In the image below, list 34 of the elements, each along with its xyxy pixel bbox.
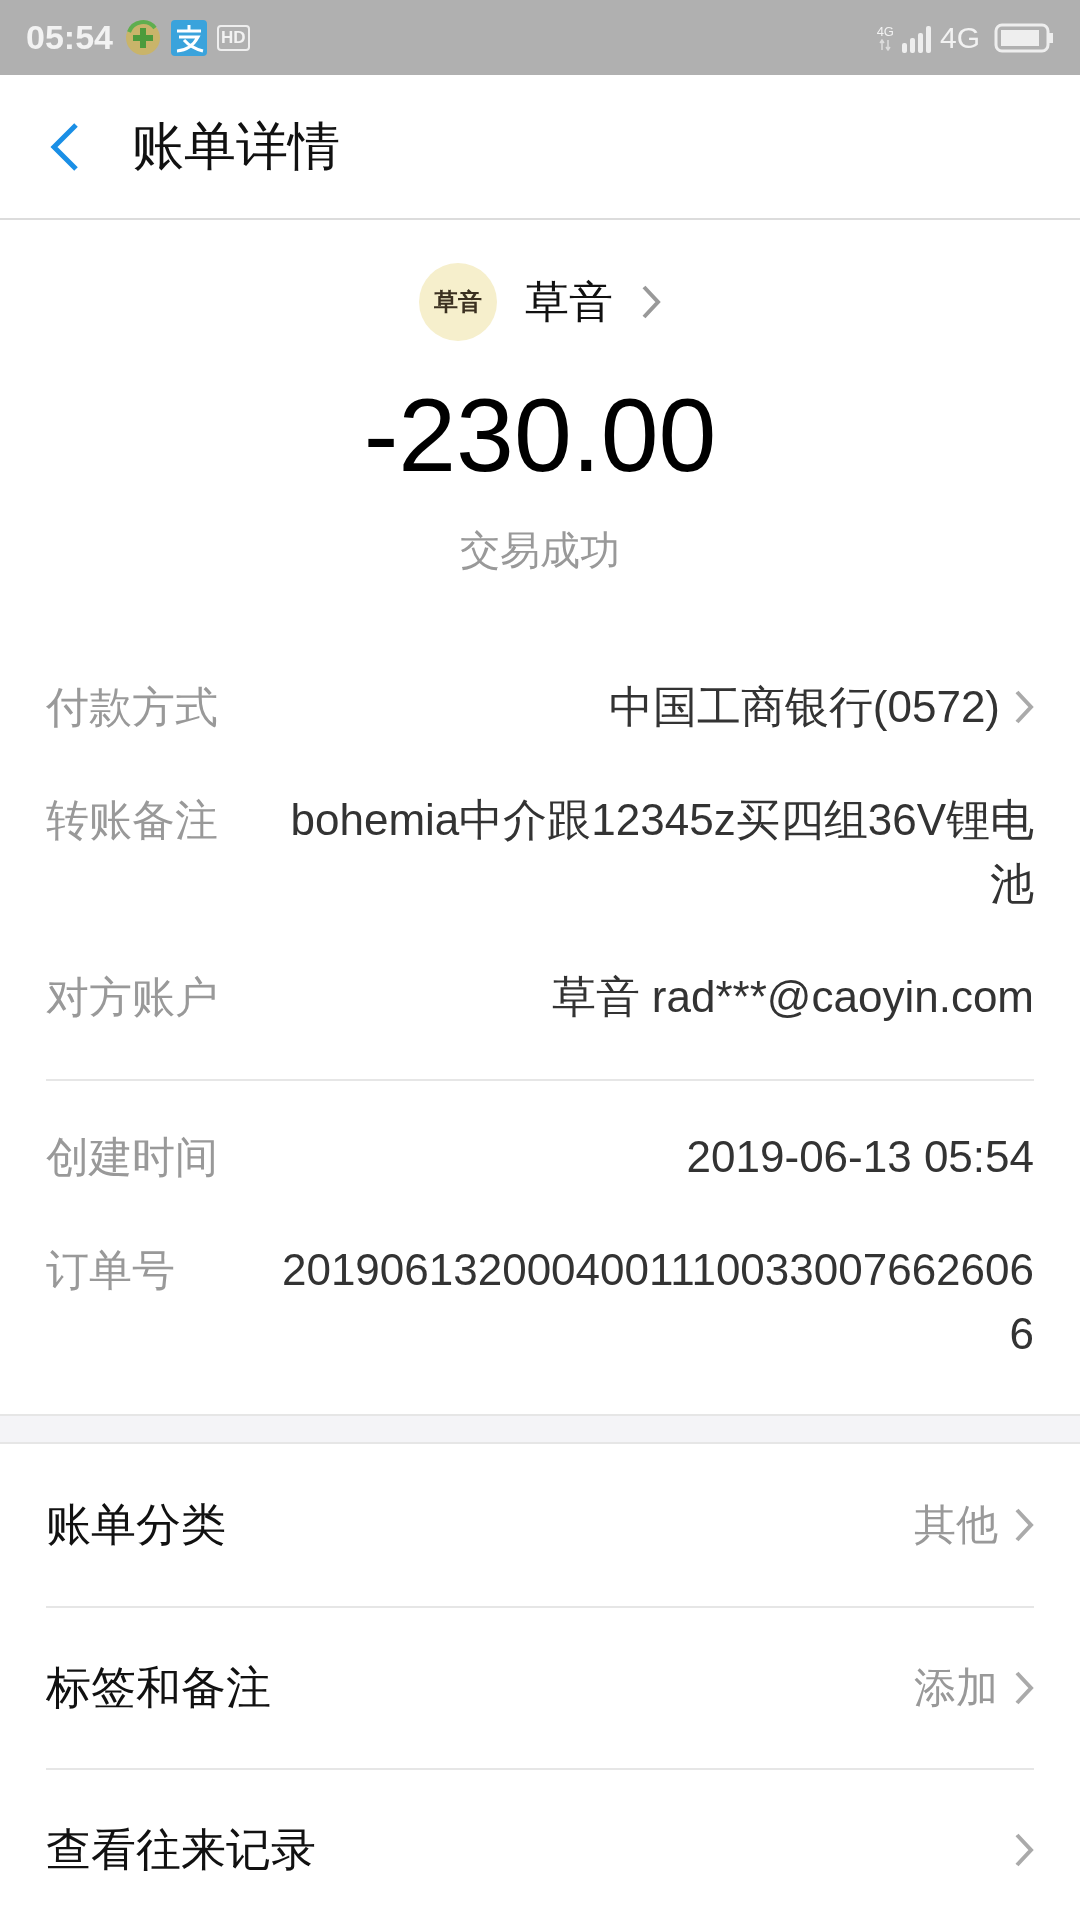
detail-value: bohemia中介跟12345z买四组36V锂电池 [289, 794, 1034, 910]
detail-label: 付款方式 [46, 681, 219, 734]
detail-label: 订单号 [46, 1244, 176, 1297]
data-arrows-icon [879, 38, 892, 51]
menu-value: 添加 [914, 1662, 998, 1714]
chevron-icon [1014, 1832, 1034, 1868]
menu-label[interactable]: 查看往来记录 [46, 1820, 1014, 1880]
back-icon[interactable] [48, 121, 80, 172]
chevron-icon [1014, 689, 1034, 725]
amount: -230.00 [363, 376, 717, 495]
detail-label: 创建时间 [46, 1131, 219, 1184]
page-title: 账单详情 [132, 114, 340, 178]
detail-label: 对方账户 [46, 971, 219, 1024]
battery-icon [994, 22, 1054, 53]
chevron-icon [1014, 1507, 1034, 1543]
detail-value: 草音 rad***@caoyin.com [551, 971, 1034, 1023]
menu-label[interactable]: 标签和备注 [46, 1658, 914, 1718]
detail-value[interactable]: 中国工商银行(0572) [608, 675, 1000, 739]
detail-label: 转账备注 [46, 794, 219, 847]
detail-value: 20190613200040011100330076626066 [280, 1244, 1034, 1360]
network-type: 4G [939, 20, 980, 55]
network-label: 4G [876, 24, 894, 39]
payee-name[interactable]: 草音 [525, 272, 613, 332]
payee-avatar: 草音 [419, 263, 497, 341]
health-app-icon [124, 19, 161, 56]
menu-label[interactable]: 账单分类 [46, 1495, 914, 1555]
hd-indicator: HD [216, 24, 250, 51]
chevron-icon [641, 284, 661, 320]
clock: 05:54 [26, 18, 113, 57]
transaction-status: 交易成功 [460, 526, 620, 575]
chevron-icon [1014, 1670, 1034, 1706]
menu-value: 其他 [914, 1499, 998, 1551]
payment-app-icon [170, 19, 207, 56]
detail-value: 2019-06-13 05:54 [686, 1131, 1034, 1183]
